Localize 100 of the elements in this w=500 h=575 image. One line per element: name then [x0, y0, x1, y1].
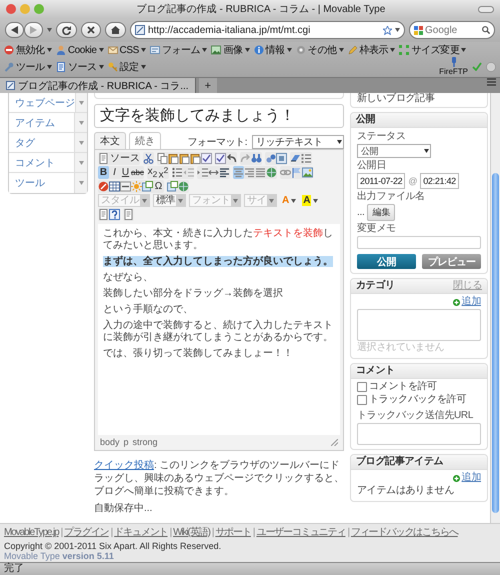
new-tab-button[interactable]: +: [198, 78, 217, 93]
toolbar-menu-button[interactable]: CSS: [108, 44, 146, 56]
element-path-item[interactable]: strong: [132, 437, 158, 448]
toolbar-button[interactable]: [290, 166, 302, 179]
url-field[interactable]: http://accademia-italiana.jp/mt/mt.cgi: [130, 21, 405, 39]
quick-post-link[interactable]: クイック投稿: [94, 460, 154, 471]
toolbar-button[interactable]: [226, 152, 237, 165]
toolbar-button[interactable]: Ω: [153, 180, 164, 193]
toolbar-menu-button[interactable]: その他: [296, 43, 344, 57]
sidebar-menu-item[interactable]: タグ: [9, 133, 87, 153]
reload-button[interactable]: [56, 22, 77, 38]
sidebar-menu-item[interactable]: ツール: [9, 173, 87, 193]
add-link[interactable]: 追加: [462, 296, 481, 308]
toolbar-menu-button[interactable]: ソース: [56, 60, 104, 74]
toolbar-menu-button[interactable]: Cookie: [56, 44, 104, 56]
toolbar-button[interactable]: [190, 152, 201, 165]
toolbar-button[interactable]: [215, 152, 226, 165]
toolbar-button[interactable]: x$^{2}$: [158, 166, 169, 179]
toolbar-button[interactable]: ソース: [98, 152, 140, 165]
footer-link[interactable]: MovableType.jp: [4, 527, 59, 539]
status-select[interactable]: 公開: [357, 144, 431, 158]
search-input[interactable]: Google: [425, 24, 480, 36]
forward-button[interactable]: [24, 22, 43, 38]
toolbar-button[interactable]: [123, 208, 134, 221]
toolbar-button[interactable]: [143, 152, 154, 165]
toolbar-menu-button[interactable]: 枠表示: [348, 43, 396, 57]
pencil-icon: [348, 45, 358, 55]
align-left-icon: [218, 167, 230, 178]
toolbar-menu-button[interactable]: 情報: [254, 43, 292, 57]
editor-tab[interactable]: 本文: [94, 132, 126, 149]
toolbar-button[interactable]: abc: [131, 166, 144, 179]
footer-link[interactable]: ドキュメント: [114, 527, 168, 539]
scrollbar[interactable]: [490, 93, 500, 523]
table-icon: [109, 181, 120, 192]
toolbar-menu-button[interactable]: サイズ変更: [399, 43, 466, 57]
toolbar-button[interactable]: [98, 180, 109, 193]
footer-link[interactable]: ユーザーコミュニティ: [256, 527, 346, 539]
window-zoom-button[interactable]: [34, 4, 44, 14]
stop-button[interactable]: [81, 22, 101, 38]
format-select[interactable]: リッチテキスト: [252, 135, 344, 149]
checkbox[interactable]: [357, 382, 367, 392]
toolbar-button[interactable]: [301, 152, 312, 165]
toolbar-button[interactable]: I: [109, 166, 120, 179]
star-icon: [383, 26, 392, 34]
add-link[interactable]: 追加: [462, 472, 481, 484]
toolbar-button[interactable]: B: [98, 166, 109, 179]
toolbar-toggle-button[interactable]: [478, 6, 494, 12]
toolbar-button[interactable]: [265, 152, 276, 165]
toolbar-button[interactable]: x$_{2}$: [146, 166, 158, 179]
toolbar-button[interactable]: [201, 152, 212, 165]
toolbar-button[interactable]: [172, 166, 183, 179]
ftp-button[interactable]: FireFTP: [439, 57, 468, 76]
toolbar-menu-button[interactable]: 画像: [211, 43, 250, 57]
site-icon: [6, 81, 15, 90]
home-button[interactable]: [105, 22, 126, 38]
toolbar-button[interactable]: [168, 152, 179, 165]
element-path-item[interactable]: body: [100, 437, 120, 448]
publish-button[interactable]: 公開: [357, 254, 416, 269]
footer-link[interactable]: フィードバックはこちらへ: [350, 527, 458, 539]
toolbar-button[interactable]: [120, 180, 131, 193]
toolbar-button[interactable]: U: [120, 166, 131, 179]
toolbar-button[interactable]: [179, 152, 190, 165]
trackback-field[interactable]: [357, 423, 481, 445]
toolbar-button[interactable]: [98, 208, 109, 221]
toolbar-button[interactable]: [157, 152, 168, 165]
toolbar-button[interactable]: [109, 208, 120, 221]
toolbar-dropdown[interactable]: 標準: [153, 194, 186, 207]
toolbar-menu-button[interactable]: ツール: [4, 60, 52, 74]
footer-link[interactable]: サポート: [215, 527, 251, 539]
title-field[interactable]: 文字を装飾してみましょう！: [94, 104, 344, 128]
editor-tab[interactable]: 続き: [129, 132, 161, 149]
footer-link[interactable]: プラグイン: [64, 527, 109, 539]
date-field[interactable]: 2011-07-22: [357, 173, 406, 189]
envelope-icon: [108, 45, 118, 55]
toolbar-menu-button[interactable]: 無効化: [4, 43, 52, 57]
browser-tab[interactable]: ブログ記事の作成 - RUBRICA - コラ...: [0, 78, 196, 93]
resize-grip-icon[interactable]: [331, 439, 338, 446]
toolbar-button[interactable]: [196, 166, 208, 179]
sidebar-menu-item[interactable]: ウェブページ: [9, 93, 87, 113]
window-close-button[interactable]: [6, 4, 16, 14]
toolbar-button[interactable]: [109, 180, 120, 193]
editor-body[interactable]: これから、本文・続きに入力したテキストを装飾 してみたいと思います。 まずは、全て入力してしまった方が良いでしょう。 なぜなら、 装飾したい部分をドラッグ→装飾を選択 という手順なので、 入力の途中で装飾すると、続けて入力したテキストに装飾が引き継がれてしまうことがあるからです。 では、張り切って装飾してみましょー！！: [98, 224, 340, 435]
url-input[interactable]: http://accademia-italiana.jp/mt/mt.cgi: [148, 24, 380, 36]
search-field[interactable]: Google: [409, 21, 495, 39]
edit-button[interactable]: 編集: [367, 204, 396, 221]
highlight-color-button[interactable]: A: [300, 194, 320, 207]
memo-field[interactable]: [357, 236, 481, 249]
time-field[interactable]: 02:21:42: [420, 173, 459, 189]
element-path-item[interactable]: p: [124, 437, 129, 448]
find-icon: [251, 153, 262, 164]
checkbox[interactable]: [357, 395, 367, 405]
toolbar-button[interactable]: [251, 152, 262, 165]
back-button[interactable]: [5, 22, 24, 38]
field-label: 出力ファイル名: [357, 191, 426, 203]
toolbar-menu-button[interactable]: 設定: [108, 60, 146, 74]
footer-link[interactable]: Wiki(英語): [173, 527, 210, 539]
sidebar-menu-item[interactable]: コメント: [9, 153, 87, 173]
toolbar-menu-button[interactable]: フォーム: [150, 43, 208, 57]
toolbar-button[interactable]: [218, 166, 230, 179]
sidebar-menu-item[interactable]: アイテム: [9, 113, 87, 133]
